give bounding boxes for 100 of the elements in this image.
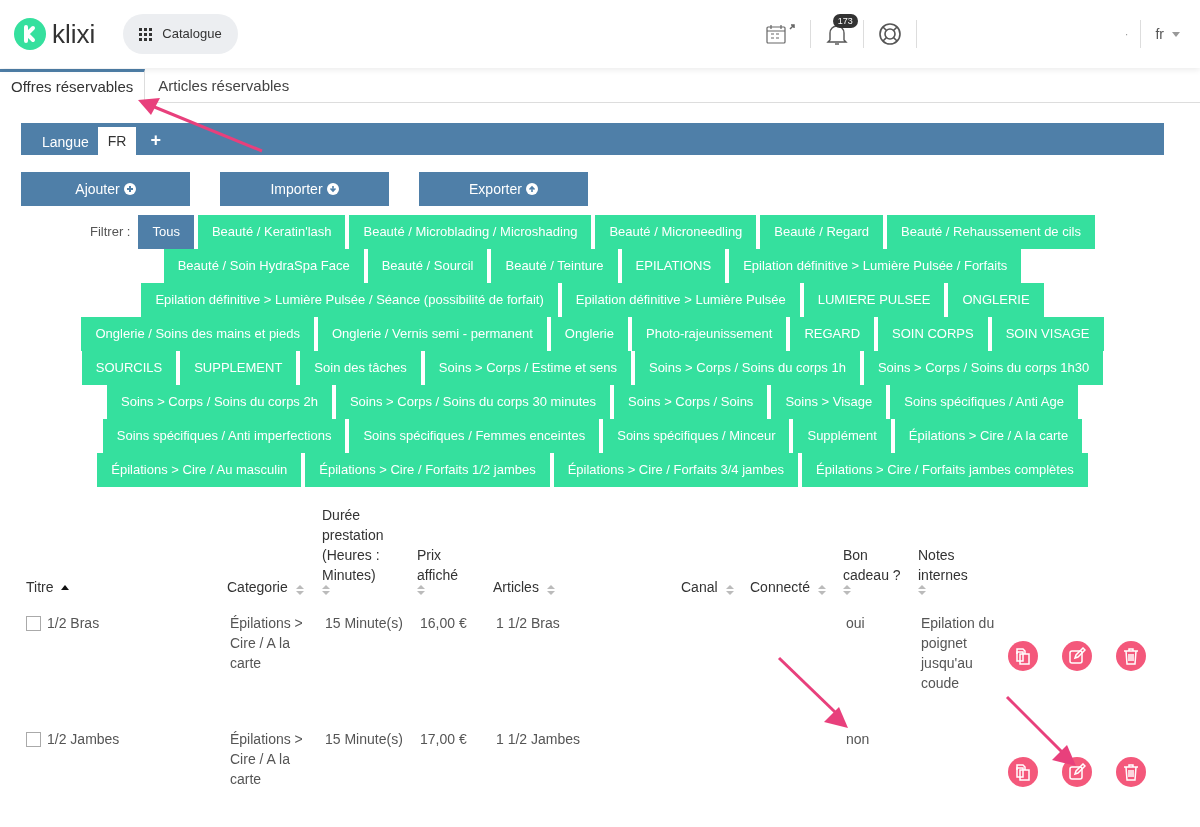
filter-tag[interactable]: Photo-rajeunissement [632,317,787,351]
sort-icon[interactable] [295,585,304,595]
language-tab[interactable]: FR [97,127,137,155]
filter-tag[interactable]: Soins > Corps / Soins du corps 2h [107,385,332,419]
tab[interactable]: Articles réservables [145,71,303,102]
filter-tag[interactable]: REGARD [790,317,875,351]
duplicate-button[interactable] [1008,757,1038,787]
filter-label: Filtrer : [90,223,132,241]
delete-button[interactable] [1116,757,1146,787]
sort-icon[interactable] [918,585,926,595]
column-header[interactable]: Canal [681,577,718,597]
download-circle-icon [326,183,339,195]
filter-tag[interactable]: Épilations > Cire / Au masculin [97,453,302,487]
filter-tag[interactable]: Epilation définitive > Lumière Pulsée / Forfaits [729,249,1022,283]
caret-icon [1172,31,1180,37]
table-cell: oui [846,615,865,631]
filter-tag[interactable]: Beauté / Microneedling [595,215,757,249]
edit-icon [1068,763,1086,781]
sort-icon[interactable] [417,585,425,595]
column-header[interactable]: Notes internes [918,545,997,585]
sort-ascending-icon[interactable] [61,585,70,590]
table-cell: 1 1/2 Jambes [496,731,581,747]
column-header[interactable]: Durée prestation (Heures : Minutes) [322,505,409,585]
logo-text: klixi [52,21,96,47]
filter-tag[interactable]: Soins spécifiques / Anti imperfections [102,419,346,453]
delete-button[interactable] [1116,641,1146,671]
filter-tag[interactable]: Tous [138,215,194,249]
table-cell: Épilations > Cire / A la carte [230,731,303,787]
sort-icon[interactable] [817,585,826,595]
filter-tag[interactable]: SUPPLEMENT [180,351,297,385]
column-header[interactable]: Bon cadeau ? [843,545,910,585]
filter-tag[interactable]: Épilations > Cire / Forfaits jambes complètes [802,453,1088,487]
catalogue-button[interactable]: Catalogue [123,14,238,54]
checkbox[interactable] [26,615,41,631]
logo-icon [14,18,46,50]
column-header[interactable]: Prix affiché [417,545,485,585]
filter-tag[interactable]: Supplément [793,419,891,453]
filter-tag[interactable]: Soins > Corps / Estime et sens [424,351,631,385]
filter-tag[interactable]: Beauté / Microblading / Microshading [349,215,592,249]
filter-tag[interactable]: Épilations > Cire / Forfaits 3/4 jambes [553,453,799,487]
filter-tag[interactable]: Beauté / Regard [760,215,884,249]
filter-tag[interactable]: Épilations > Cire / A la carte [894,419,1083,453]
filter-tag[interactable]: Beauté / Soin HydraSpa Face [163,249,364,283]
plus-circle-icon [123,183,136,195]
separator-dot: · [1124,26,1129,42]
filter-tag[interactable]: Épilations > Cire / Forfaits 1/2 jambes [305,453,550,487]
edit-button[interactable] [1062,641,1092,671]
filter-tag[interactable]: ONGLERIE [948,283,1044,317]
duplicate-button[interactable] [1008,641,1038,671]
filter-tag[interactable]: Soins spécifiques / Minceur [603,419,790,453]
copy-icon [1014,763,1032,781]
edit-button[interactable] [1062,757,1092,787]
action-button[interactable]: Exporter [419,172,588,206]
table-cell: Epilation du poignet jusqu'au coude [921,615,995,691]
language-dropdown[interactable]: fr [1155,23,1180,45]
table-cell-text: 1/2 Bras [47,614,100,633]
copy-icon [1014,647,1032,665]
filter-tag[interactable]: Soins > Corps / Soins du corps 1h [634,351,860,385]
column-header[interactable]: Connecté [750,577,810,597]
filter-tag[interactable]: EPILATIONS [621,249,726,283]
filter-tag[interactable]: Onglerie [550,317,628,351]
filter-tag[interactable]: Soins > Corps / Soins [614,385,768,419]
action-button[interactable]: Importer [220,172,389,206]
sort-icon[interactable] [322,585,330,595]
filter-tag[interactable]: SOIN CORPS [878,317,988,351]
filter-tag[interactable]: Onglerie / Vernis semi - permanent [317,317,547,351]
sort-icon[interactable] [843,585,851,595]
sort-icon[interactable] [546,585,555,595]
checkbox[interactable] [26,731,41,747]
lifebuoy-icon[interactable] [877,22,902,46]
column-header[interactable]: Titre [26,577,54,597]
table-cell: 15 Minute(s) [325,731,403,747]
filter-tag[interactable]: Beauté / Keratin'lash [197,215,346,249]
table-cell: 16,00 € [420,615,467,631]
filter-tag[interactable]: Beauté / Teinture [491,249,618,283]
filter-tag[interactable]: Soins > Corps / Soins du corps 1h30 [863,351,1104,385]
filter-tag[interactable]: Epilation définitive > Lumière Pulsée [561,283,800,317]
filter-tag[interactable]: LUMIERE PULSEE [803,283,945,317]
filter-tag[interactable]: Epilation définitive > Lumière Pulsée / Séance (possibilité de forfait) [141,283,558,317]
table-cell: 17,00 € [420,731,467,747]
filter-tag[interactable]: Beauté / Sourcil [367,249,488,283]
filter-tag[interactable]: Soins > Corps / Soins du corps 30 minutes [335,385,610,419]
sort-icon[interactable] [725,585,734,595]
action-button[interactable]: Ajouter [21,172,190,206]
filter-tag[interactable]: Soin des tâches [300,351,421,385]
filter-tag[interactable]: Onglerie / Soins des mains et pieds [81,317,314,351]
tab[interactable]: Offres réservables [0,69,146,103]
filter-tag[interactable]: Soins spécifiques / Femmes enceintes [349,419,600,453]
notification-badge: 173 [832,14,858,28]
filter-tag[interactable]: Soins spécifiques / Anti Age [890,385,1078,419]
column-header[interactable]: Articles [493,577,539,597]
filter-tag[interactable]: Soins > Visage [771,385,887,419]
filter-tag[interactable]: Beauté / Rehaussement de cils [887,215,1095,249]
table-cell: 15 Minute(s) [325,615,403,631]
filter-tag[interactable]: SOIN VISAGE [991,317,1104,351]
add-language-button[interactable]: + [136,125,175,155]
column-header[interactable]: Categorie [227,577,288,597]
calendar-icon[interactable] [765,23,796,45]
filter-tag[interactable]: SOURCILS [81,351,177,385]
edit-icon [1068,647,1086,665]
